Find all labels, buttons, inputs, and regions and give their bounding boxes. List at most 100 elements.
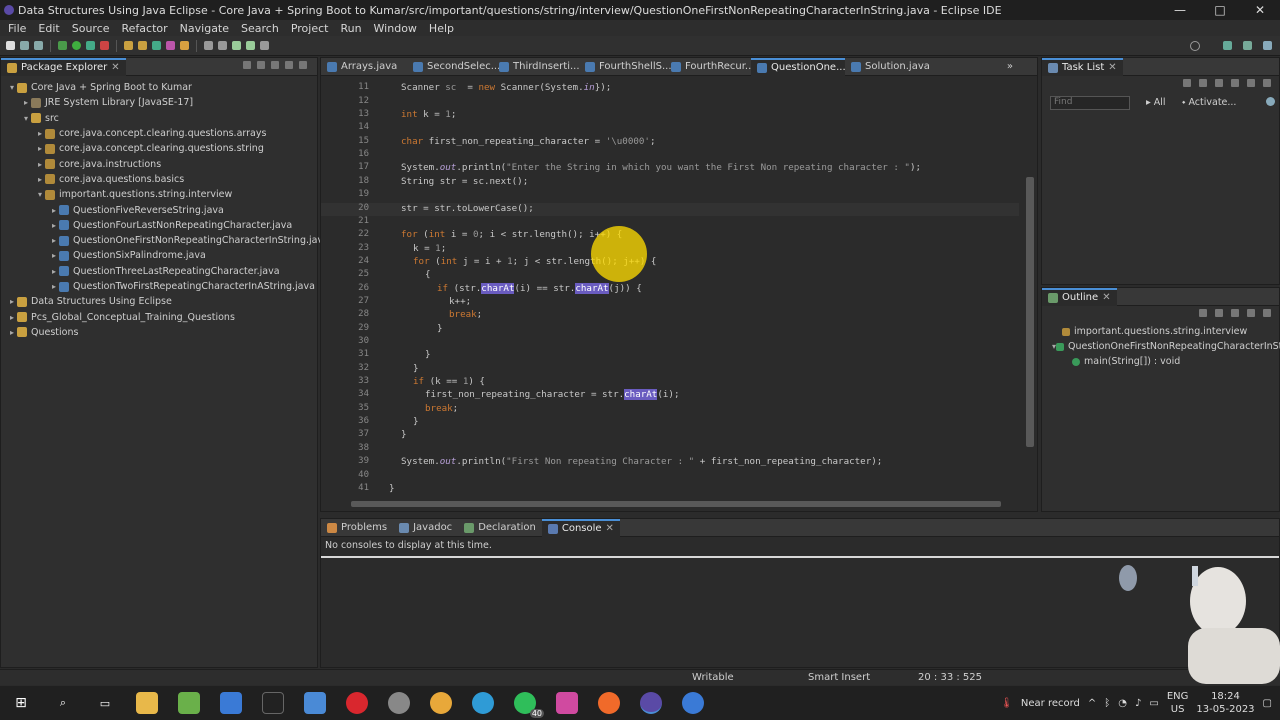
code-line[interactable]: 24 for (int j = i + 1; j < str.length(); … (321, 256, 1019, 269)
twisty-icon[interactable]: ▸ (49, 267, 59, 276)
new-java-project-icon[interactable] (124, 41, 133, 50)
code-line[interactable]: 14 (321, 122, 1019, 135)
tree-item[interactable]: ▸ QuestionTwoFirstRepeatingCharacterInASt… (1, 279, 317, 294)
categorize-icon[interactable] (1215, 79, 1223, 87)
all-filter[interactable]: ▸ All (1146, 97, 1166, 108)
scrollbar-thumb[interactable] (1026, 177, 1034, 447)
minimize-view-icon[interactable] (1263, 79, 1271, 87)
help-icon[interactable] (1266, 97, 1275, 106)
collapse-icon[interactable] (1231, 79, 1239, 87)
editor-tab[interactable]: FourthRecur... (665, 58, 754, 76)
tree-item[interactable]: ▸ Data Structures Using Eclipse (1, 294, 317, 309)
tree-item[interactable]: ▸ JRE System Library [JavaSE-17] (1, 95, 317, 110)
twisty-icon[interactable]: ▾ (7, 83, 17, 92)
new-task-icon[interactable] (1183, 79, 1191, 87)
editor-tab[interactable]: SecondSelec... (407, 58, 500, 76)
code-line[interactable]: 38 (321, 443, 1019, 456)
new-icon[interactable] (6, 41, 15, 50)
menu-help[interactable]: Help (429, 22, 454, 35)
close-icon[interactable]: ✕ (1102, 292, 1110, 303)
tree-item[interactable]: ▾ important.questions.string.interview (1, 187, 317, 202)
twisty-icon[interactable]: ▸ (49, 251, 59, 260)
code-line[interactable]: 29} (321, 323, 1019, 336)
new-class-icon[interactable] (152, 41, 161, 50)
maximize-view-icon[interactable] (299, 61, 307, 69)
notepad-plus-icon[interactable] (178, 692, 200, 714)
code-line[interactable]: 34 first_non_repeating_character = str.ch… (321, 389, 1019, 402)
code-line[interactable]: 30 (321, 336, 1019, 349)
link-editor-icon[interactable] (257, 61, 265, 69)
debug-icon[interactable] (58, 41, 67, 50)
code-line[interactable]: 12 (321, 96, 1019, 109)
code-line[interactable]: 41} (321, 483, 1019, 495)
settings-app-icon[interactable] (388, 692, 410, 714)
menu-project[interactable]: Project (291, 22, 329, 35)
code-line[interactable]: 28 break; (321, 309, 1019, 322)
menu-source[interactable]: Source (72, 22, 110, 35)
filter-icon[interactable] (1199, 79, 1207, 87)
menu-search[interactable]: Search (241, 22, 279, 35)
editor-tab[interactable]: ThirdInserti... (493, 58, 580, 76)
editor-tab[interactable]: Solution.java (845, 58, 931, 76)
find-input[interactable]: Find (1050, 96, 1130, 110)
edge-icon[interactable] (472, 692, 494, 714)
clock[interactable]: 18:24 13-05-2023 (1196, 690, 1254, 716)
editor-tab[interactable]: FourthShellS... (579, 58, 672, 76)
tree-item[interactable]: ▸ Questions (1, 325, 317, 340)
code-line[interactable]: 22 for (int i = 0; i < str.length(); i++)… (321, 229, 1019, 242)
tree-item[interactable]: ▸ core.java.concept.clearing.questions.st… (1, 141, 317, 156)
chrome-app-icon[interactable] (682, 692, 704, 714)
close-icon[interactable]: ✕ (606, 523, 614, 534)
search-icon[interactable]: ⌕ (52, 692, 74, 714)
collapse-all-icon[interactable] (243, 61, 251, 69)
hide-nonpublic-icon[interactable] (1247, 309, 1255, 317)
tree-item[interactable]: ▸ core.java.questions.basics (1, 172, 317, 187)
open-perspective-icon[interactable] (1263, 41, 1272, 50)
view-menu-icon[interactable] (1247, 79, 1255, 87)
debug-perspective-icon[interactable] (1243, 41, 1252, 50)
console-tab[interactable]: Javadoc (393, 519, 458, 537)
tree-item[interactable]: ▾ src (1, 111, 317, 126)
menu-refactor[interactable]: Refactor (122, 22, 168, 35)
maximize-button[interactable]: □ (1200, 0, 1240, 20)
battery-icon[interactable]: ▭ (1149, 698, 1158, 709)
hide-fields-icon[interactable] (1199, 309, 1207, 317)
back-icon[interactable] (232, 41, 241, 50)
bluetooth-icon[interactable]: ᛒ (1104, 698, 1110, 709)
save-all-icon[interactable] (34, 41, 43, 50)
outline-item[interactable]: ▾ QuestionOneFirstNonRepeatingCharacterIn… (1042, 339, 1280, 354)
code-line[interactable]: 20 str = str.toLowerCase(); (321, 202, 1019, 216)
java-perspective-icon[interactable] (1223, 41, 1232, 50)
annotation-next-icon[interactable] (204, 41, 213, 50)
twisty-icon[interactable]: ▸ (35, 175, 45, 184)
chevron-up-icon[interactable]: ^ (1088, 698, 1096, 709)
activate-link[interactable]: ⬩ Activate... (1182, 97, 1236, 108)
menu-run[interactable]: Run (340, 22, 361, 35)
eclipse-taskbar-icon[interactable] (640, 692, 662, 714)
outline-item[interactable]: important.questions.string.interview (1042, 324, 1279, 339)
quick-access-search-icon[interactable] (1190, 41, 1200, 51)
new-package-icon[interactable] (138, 41, 147, 50)
weather-text[interactable]: Near record (1021, 698, 1080, 709)
annotation-prev-icon[interactable] (218, 41, 227, 50)
store-icon[interactable] (220, 692, 242, 714)
network-icon[interactable]: ◔ (1118, 698, 1127, 709)
close-icon[interactable]: ✕ (1108, 62, 1116, 73)
code-line[interactable]: 31} (321, 349, 1019, 362)
postman-icon[interactable] (598, 692, 620, 714)
outline-item[interactable]: main(String[]) : void (1042, 354, 1279, 369)
run-icon[interactable] (72, 41, 81, 50)
calculator-icon[interactable] (304, 692, 326, 714)
twisty-icon[interactable]: ▸ (7, 328, 17, 337)
code-line[interactable]: 35 break; (321, 403, 1019, 416)
minimize-button[interactable]: — (1160, 0, 1200, 20)
tab-package-explorer[interactable]: Package Explorer ✕ (1, 57, 126, 76)
coverage-icon[interactable] (86, 41, 95, 50)
code-line[interactable]: 18 String str = sc.next(); (321, 176, 1019, 189)
external-tools-icon[interactable] (100, 41, 109, 50)
code-line[interactable]: 21 (321, 216, 1019, 229)
code-area[interactable]: 1011Scanner sc = new Scanner(System.in})… (321, 77, 1019, 495)
code-line[interactable]: 33 if (k == 1) { (321, 376, 1019, 389)
task-view-icon[interactable]: ▭ (94, 692, 116, 714)
save-icon[interactable] (20, 41, 29, 50)
